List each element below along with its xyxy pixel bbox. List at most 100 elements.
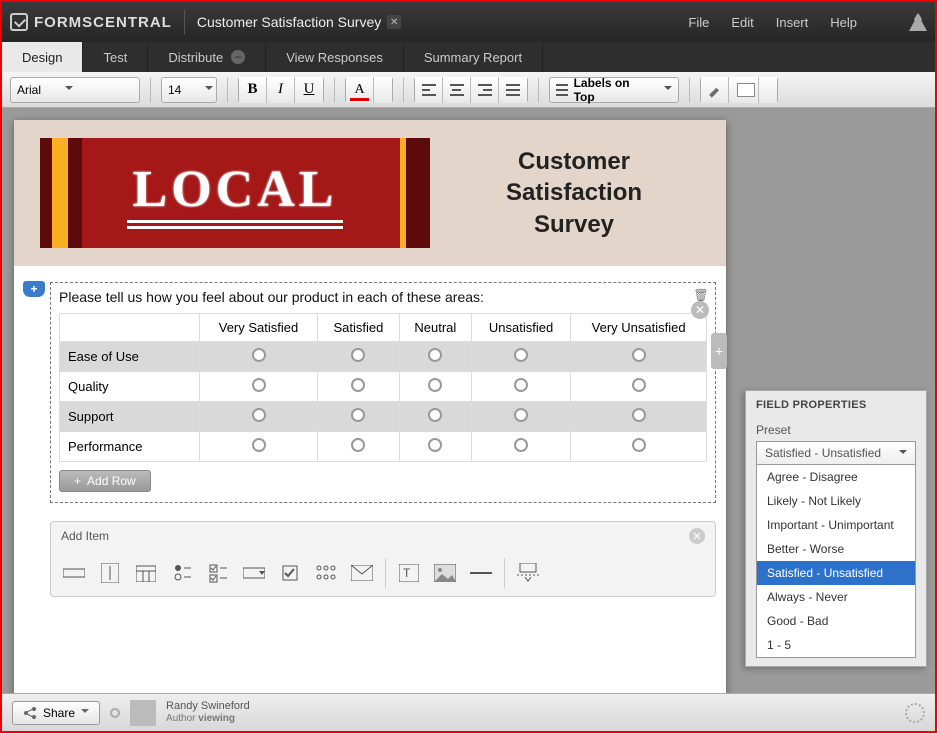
radio-option[interactable] [428, 378, 442, 392]
eyedropper-button[interactable] [701, 77, 729, 103]
menu-file[interactable]: File [688, 15, 709, 30]
author-avatar[interactable] [130, 700, 156, 726]
tab-view-responses[interactable]: View Responses [266, 42, 404, 72]
preset-dropdown: Agree - Disagree Likely - Not Likely Imp… [756, 465, 916, 658]
preset-option[interactable]: Always - Never [757, 585, 915, 609]
radio-option[interactable] [351, 378, 365, 392]
single-line-field-icon[interactable] [61, 561, 87, 585]
radio-option[interactable] [252, 408, 266, 422]
radio-option[interactable] [514, 348, 528, 362]
horizontal-line-icon[interactable] [468, 561, 494, 585]
tab-summary-report[interactable]: Summary Report [404, 42, 543, 72]
image-icon[interactable] [432, 561, 458, 585]
radio-option[interactable] [351, 348, 365, 362]
radio-option[interactable] [428, 408, 442, 422]
close-add-item-button[interactable]: ✕ [689, 528, 705, 544]
preset-option[interactable]: Better - Worse [757, 537, 915, 561]
radio-option[interactable] [252, 348, 266, 362]
radio-field-icon[interactable] [169, 561, 195, 585]
col-header[interactable]: Very Unsatisfied [571, 314, 707, 342]
radio-option[interactable] [351, 438, 365, 452]
rating-grid-icon[interactable] [313, 561, 339, 585]
app-name: FORMSCENTRAL [34, 14, 172, 31]
col-header[interactable]: Very Satisfied [200, 314, 318, 342]
radio-option[interactable] [632, 408, 646, 422]
footer-bar: Share Randy Swineford Author viewing [2, 693, 935, 731]
add-row-button[interactable]: +Add Row [59, 470, 151, 492]
radio-option[interactable] [514, 438, 528, 452]
radio-option[interactable] [428, 348, 442, 362]
bold-button[interactable]: B [239, 77, 267, 103]
form-title[interactable]: Customer Satisfaction Survey [448, 146, 700, 240]
add-field-handle[interactable]: + [23, 281, 45, 297]
divider [184, 10, 185, 34]
preset-select[interactable]: Satisfied - Unsatisfied [756, 441, 916, 465]
radio-option[interactable] [632, 348, 646, 362]
fill-color-swatch[interactable] [729, 77, 759, 103]
apps-grid-icon[interactable] [877, 13, 895, 31]
canvas-area: LOCAL Customer Satisfaction Survey + 🗑 P… [2, 108, 935, 693]
page-break-icon[interactable] [515, 561, 541, 585]
app-window: FORMSCENTRAL Customer Satisfaction Surve… [0, 0, 937, 733]
preset-option[interactable]: Important - Unimportant [757, 513, 915, 537]
text-color-button[interactable]: A [346, 77, 374, 103]
menu-edit[interactable]: Edit [731, 15, 753, 30]
col-header[interactable]: Unsatisfied [471, 314, 570, 342]
row-label[interactable]: Support [60, 402, 200, 432]
preset-option[interactable]: 1 - 5 [757, 633, 915, 657]
radio-option[interactable] [632, 378, 646, 392]
tab-design[interactable]: Design [2, 42, 83, 72]
share-button[interactable]: Share [12, 701, 100, 725]
radio-option[interactable] [252, 438, 266, 452]
fill-color-group [700, 77, 778, 103]
align-justify-button[interactable] [499, 77, 527, 103]
formatted-text-icon[interactable]: T [396, 561, 422, 585]
tab-test[interactable]: Test [83, 42, 148, 72]
loading-spinner-icon [905, 703, 925, 723]
align-right-button[interactable] [471, 77, 499, 103]
radio-option[interactable] [632, 438, 646, 452]
align-group [414, 77, 528, 103]
radio-option[interactable] [351, 408, 365, 422]
preset-option[interactable]: Good - Bad [757, 609, 915, 633]
close-document-button[interactable]: ✕ [387, 15, 401, 29]
date-field-icon[interactable] [133, 561, 159, 585]
labels-position-select[interactable]: Labels on Top [549, 77, 679, 103]
radio-option[interactable] [252, 378, 266, 392]
radio-option[interactable] [514, 408, 528, 422]
underline-button[interactable]: U [295, 77, 323, 103]
dropdown-field-icon[interactable] [241, 561, 267, 585]
text-color-caret[interactable] [374, 77, 392, 103]
font-family-select[interactable]: Arial [10, 77, 140, 103]
align-left-button[interactable] [415, 77, 443, 103]
email-field-icon[interactable] [349, 561, 375, 585]
preset-option[interactable]: Satisfied - Unsatisfied [757, 561, 915, 585]
menu-help[interactable]: Help [830, 15, 857, 30]
align-center-button[interactable] [443, 77, 471, 103]
delete-column-button[interactable]: ✕ [691, 301, 709, 319]
text-field-icon[interactable] [97, 561, 123, 585]
font-size-select[interactable]: 14 [161, 77, 217, 103]
preset-option[interactable]: Likely - Not Likely [757, 489, 915, 513]
question-text[interactable]: Please tell us how you feel about our pr… [59, 289, 707, 305]
italic-button[interactable]: I [267, 77, 295, 103]
row-label[interactable]: Performance [60, 432, 200, 462]
form-header[interactable]: LOCAL Customer Satisfaction Survey [14, 120, 726, 266]
single-checkbox-icon[interactable] [277, 561, 303, 585]
radio-option[interactable] [514, 378, 528, 392]
tab-distribute[interactable]: Distribute– [148, 42, 266, 72]
row-label[interactable]: Ease of Use [60, 342, 200, 372]
author-name: Randy Swineford [166, 700, 250, 713]
preset-option[interactable]: Agree - Disagree [757, 465, 915, 489]
add-column-button[interactable]: + [711, 333, 727, 369]
radio-option[interactable] [428, 438, 442, 452]
checkbox-field-icon[interactable] [205, 561, 231, 585]
menu-insert[interactable]: Insert [776, 15, 809, 30]
fill-color-caret[interactable] [759, 77, 777, 103]
col-header[interactable]: Neutral [399, 314, 471, 342]
col-header[interactable]: Satisfied [318, 314, 400, 342]
format-toolbar: Arial 14 B I U A Labels on Top [2, 72, 935, 108]
row-label[interactable]: Quality [60, 372, 200, 402]
user-account-icon[interactable] [909, 13, 927, 31]
rating-grid-field[interactable]: + 🗑 Please tell us how you feel about ou… [50, 282, 716, 503]
